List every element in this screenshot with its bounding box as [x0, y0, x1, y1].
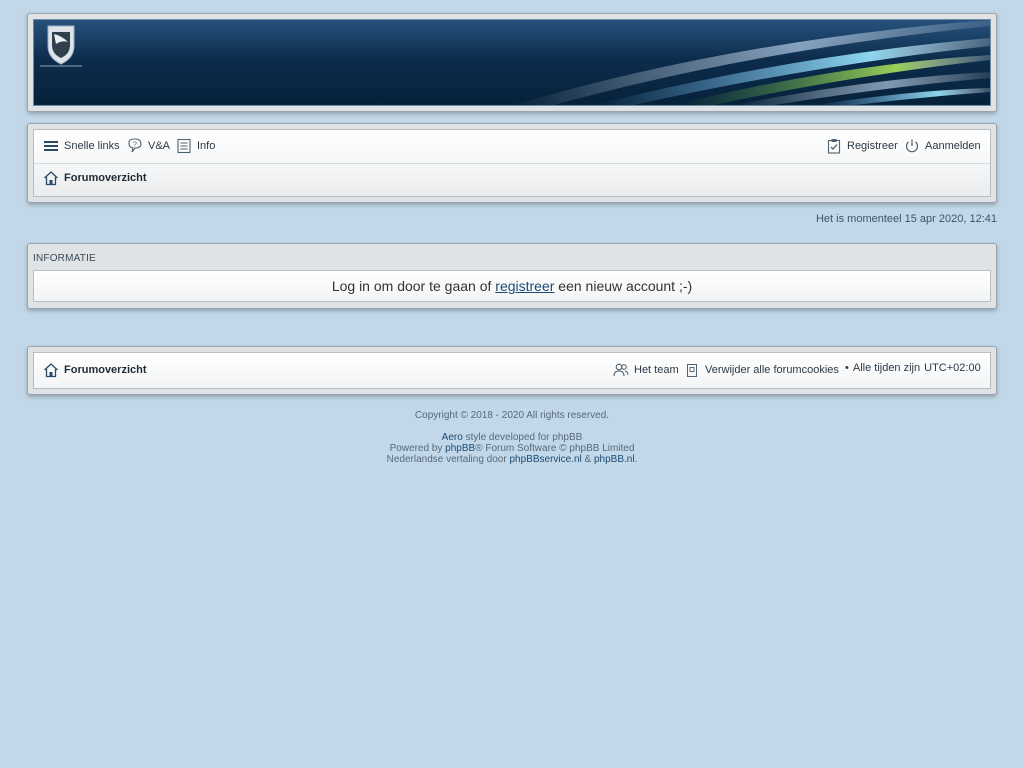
navbar-top-row: Snelle links ? V&A Info Registreer Aanme…: [34, 130, 990, 164]
ampersand-text: &: [581, 454, 594, 465]
navbar-breadcrumb-row: Forumoverzicht: [34, 164, 990, 196]
timezone-prefix: Alle tijden zijn: [852, 362, 921, 374]
delete-cookies-label: Verwijder alle forumcookies: [705, 364, 839, 376]
navbar-inner: Snelle links ? V&A Info Registreer Aanme…: [33, 129, 991, 197]
info-label: Info: [197, 140, 216, 152]
style-credit-text: style developed for phpBB: [462, 432, 583, 443]
trash-icon: [684, 362, 700, 378]
information-panel: INFORMATIE Log in om door te gaan of reg…: [27, 243, 997, 309]
copyright-line: Copyright © 2018 - 2020 All rights reser…: [414, 410, 610, 421]
aero-style-link[interactable]: Aero: [442, 432, 463, 443]
timezone-value: UTC+02:00: [924, 362, 981, 374]
register-link-inline[interactable]: registreer: [495, 278, 554, 294]
login-prompt-text: Log in om door te gaan of: [331, 278, 496, 294]
faq-link[interactable]: ? V&A: [127, 138, 170, 154]
login-label: Aanmelden: [925, 140, 981, 152]
clipboard-check-icon: [826, 138, 842, 154]
team-label: Het team: [634, 364, 679, 376]
document-list-icon: [176, 138, 192, 154]
users-icon: [613, 362, 629, 378]
bullet-separator: •: [845, 362, 849, 374]
header-panel: [27, 13, 997, 112]
register-label: Registreer: [847, 140, 898, 152]
header-banner: [33, 19, 991, 106]
question-icon: ?: [127, 138, 143, 154]
phpbb-link[interactable]: phpBB: [445, 443, 475, 454]
login-prompt-text-end: een nieuw account ;-): [554, 278, 693, 294]
footer-forum-index-link[interactable]: Forumoverzicht: [43, 362, 147, 378]
faq-label: V&A: [148, 140, 171, 152]
style-credit-line: Aero style developed for phpBB: [0, 432, 1024, 443]
home-icon: [43, 362, 59, 378]
delete-cookies-link[interactable]: Verwijder alle forumcookies: [684, 362, 839, 378]
shield-logo-icon[interactable]: [34, 20, 88, 70]
footer-forum-index-label: Forumoverzicht: [64, 364, 147, 376]
timezone-info: • Alle tijden zijn UTC+02:00: [845, 362, 981, 374]
powered-by-line: Powered by phpBB® Forum Software © phpBB…: [0, 443, 1024, 454]
information-title: INFORMATIE: [33, 253, 96, 264]
register-link[interactable]: Registreer: [826, 138, 898, 154]
translation-credit-line: Nederlandse vertaling door phpBBservice.…: [0, 454, 1024, 465]
breadcrumb-forum-index[interactable]: Forumoverzicht: [43, 170, 147, 186]
banner-swoosh-graphic: [514, 20, 990, 105]
current-time-text: Het is momenteel 15 apr 2020, 12:41: [815, 213, 997, 225]
forum-index-label: Forumoverzicht: [64, 172, 147, 184]
period-text: .: [634, 454, 638, 465]
svg-text:?: ?: [133, 142, 137, 149]
information-message: Log in om door te gaan of registreer een…: [33, 270, 991, 302]
home-icon: [43, 170, 59, 186]
quick-links-menu[interactable]: Snelle links: [43, 138, 120, 154]
powered-by-text: Powered by: [389, 443, 446, 454]
footer-navbar-inner: Forumoverzicht Het team Verwijder alle f…: [33, 352, 991, 389]
login-link[interactable]: Aanmelden: [904, 138, 981, 154]
translation-prefix-text: Nederlandse vertaling door: [386, 454, 510, 465]
forum-software-text: ® Forum Software © phpBB Limited: [475, 443, 635, 454]
footer-navbar: Forumoverzicht Het team Verwijder alle f…: [27, 346, 997, 395]
quick-links-label: Snelle links: [64, 140, 120, 152]
team-link[interactable]: Het team: [613, 362, 679, 378]
navbar: Snelle links ? V&A Info Registreer Aanme…: [27, 123, 997, 203]
phpbb-nl-link[interactable]: phpBB.nl: [594, 454, 635, 465]
info-link[interactable]: Info: [176, 138, 215, 154]
phpbbservice-link[interactable]: phpBBservice.nl: [509, 454, 581, 465]
hamburger-icon: [43, 138, 59, 154]
power-icon: [904, 138, 920, 154]
